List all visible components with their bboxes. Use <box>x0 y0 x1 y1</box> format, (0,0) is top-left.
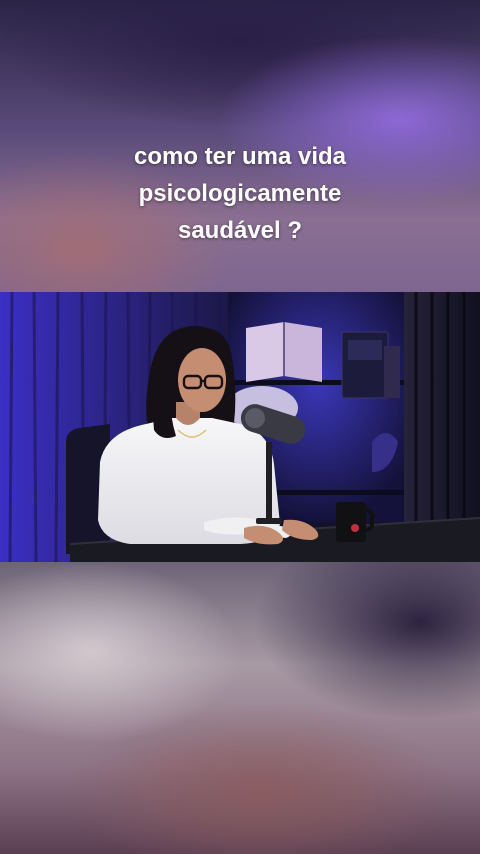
caption-line-2: psicologicamente <box>138 180 342 207</box>
video-caption: como ter uma vida psicologicamente saudá… <box>60 138 420 249</box>
podcast-scene <box>0 292 480 562</box>
caption-line-3: saudável ? <box>177 217 303 244</box>
blurred-background-bottom <box>0 562 480 854</box>
video-frame[interactable] <box>0 292 480 562</box>
caption-line-1: como ter uma vida <box>133 143 347 170</box>
video-post[interactable]: como ter uma vida psicologicamente saudá… <box>0 0 480 854</box>
